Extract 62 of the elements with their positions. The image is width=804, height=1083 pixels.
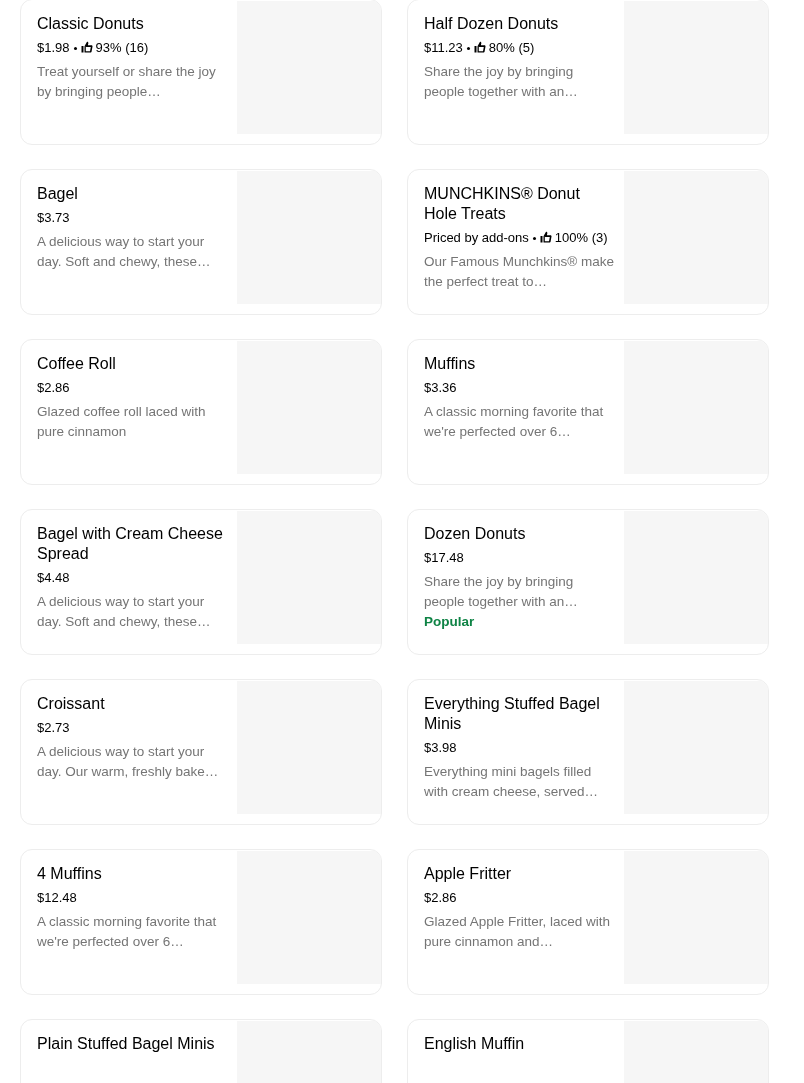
item-name: Bagel	[37, 184, 79, 204]
item-price: $3.73	[37, 210, 70, 225]
menu-item-card[interactable]: Plain Stuffed Bagel Minis	[20, 1019, 382, 1083]
menu-item-card[interactable]: Bagel $3.73 A delicious way to start your day. Soft and chewy, these…	[20, 169, 382, 315]
item-rating: 80% (5)	[488, 40, 535, 55]
menu-item-card[interactable]: Croissant $2.73 A delicious way to start your day. Our warm, freshly bake…	[20, 679, 382, 825]
item-description: Share the joy by bringing people together with an…	[424, 573, 579, 611]
separator-dot	[73, 47, 77, 51]
item-description: A delicious way to start your day. Soft and chewy, these…	[37, 233, 212, 271]
separator-dot	[532, 237, 536, 241]
item-name: Bagel with Cream Cheese Spread	[37, 524, 224, 564]
item-price: $1.98	[37, 40, 70, 55]
item-name: Coffee Roll	[37, 354, 117, 374]
item-description: Treat yourself or share the joy by bringing people…	[37, 63, 217, 101]
item-name: Muffins	[424, 354, 477, 374]
item-description: A delicious way to start your day. Our warm, freshly bake…	[37, 743, 220, 781]
thumbs-up-icon	[80, 41, 93, 53]
menu-item-card[interactable]: 4 Muffins $12.48 A classic morning favorite that we're perfected over 6…	[20, 849, 382, 995]
menu-item-card[interactable]: Apple Fritter $2.86 Glazed Apple Fritter, laced with pure cinnamon and…	[407, 849, 769, 995]
item-description: Glazed coffee roll laced with pure cinnamon	[37, 403, 207, 441]
item-name: Dozen Donuts	[424, 524, 527, 544]
item-rating: 93% (16)	[95, 40, 149, 55]
thumbs-up-icon	[473, 41, 486, 53]
menu-item-card[interactable]: English Muffin	[407, 1019, 769, 1083]
item-price: $2.86	[424, 890, 457, 905]
separator-dot	[466, 47, 470, 51]
item-name: Classic Donuts	[37, 14, 145, 34]
item-name: Half Dozen Donuts	[424, 14, 560, 34]
menu-item-card[interactable]: Everything Stuffed Bagel Minis $3.98 Everything mini bagels filled with cream cheese, served…	[407, 679, 769, 825]
item-description: Share the joy by bringing people together with an…	[424, 63, 579, 101]
item-description: A classic morning favorite that we're perfected over 6…	[37, 913, 218, 951]
item-price: $3.36	[424, 380, 457, 395]
item-price: $2.73	[37, 720, 70, 735]
item-price: $11.23	[424, 40, 463, 55]
thumbs-up-icon	[539, 231, 552, 243]
item-name: Plain Stuffed Bagel Minis	[37, 1034, 216, 1054]
item-price: $3.98	[424, 740, 457, 755]
item-rating: 100% (3)	[554, 230, 608, 245]
menu-item-card[interactable]: Coffee Roll $2.86 Glazed coffee roll laced with pure cinnamon	[20, 339, 382, 485]
menu-item-card[interactable]: Muffins $3.36 A classic morning favorite that we're perfected over 6…	[407, 339, 769, 485]
menu-item-card[interactable]: Half Dozen Donuts $11.23 80% (5) Share the joy by bringing people together with an…	[407, 0, 769, 145]
menu-item-card[interactable]: Dozen Donuts $17.48 Share the joy by bringing people together with an… Popular	[407, 509, 769, 655]
popular-label: Popular	[424, 613, 476, 631]
item-price: $12.48	[37, 890, 77, 905]
item-name: MUNCHKINS® Donut Hole Treats	[424, 184, 581, 224]
item-description: Our Famous Munchkins® make the perfect treat to…	[424, 253, 615, 291]
item-description: A delicious way to start your day. Soft and chewy, these…	[37, 593, 212, 631]
menu-item-card[interactable]: Classic Donuts $1.98 93% (16) Treat yourself or share the joy by bringing people…	[20, 0, 382, 145]
item-price: $2.86	[37, 380, 70, 395]
item-price: $17.48	[424, 550, 464, 565]
item-price: Priced by add-ons	[424, 230, 529, 245]
item-price: $4.48	[37, 570, 70, 585]
item-name: English Muffin	[424, 1034, 526, 1054]
menu-item-card[interactable]: MUNCHKINS® Donut Hole Treats Priced by add-ons 100% (3) Our Famous Munchkins® make the perfect treat to…	[407, 169, 769, 315]
item-description: A classic morning favorite that we're perfected over 6…	[424, 403, 605, 441]
menu-item-card[interactable]: Bagel with Cream Cheese Spread $4.48 A delicious way to start your day. Soft and chewy, these…	[20, 509, 382, 655]
item-description: Glazed Apple Fritter, laced with pure cinnamon and…	[424, 913, 612, 951]
item-name: 4 Muffins	[37, 864, 103, 884]
item-name: Croissant	[37, 694, 106, 714]
item-name: Apple Fritter	[424, 864, 513, 884]
item-description: Everything mini bagels filled with cream cheese, served…	[424, 763, 600, 801]
item-name: Everything Stuffed Bagel Minis	[424, 694, 601, 734]
